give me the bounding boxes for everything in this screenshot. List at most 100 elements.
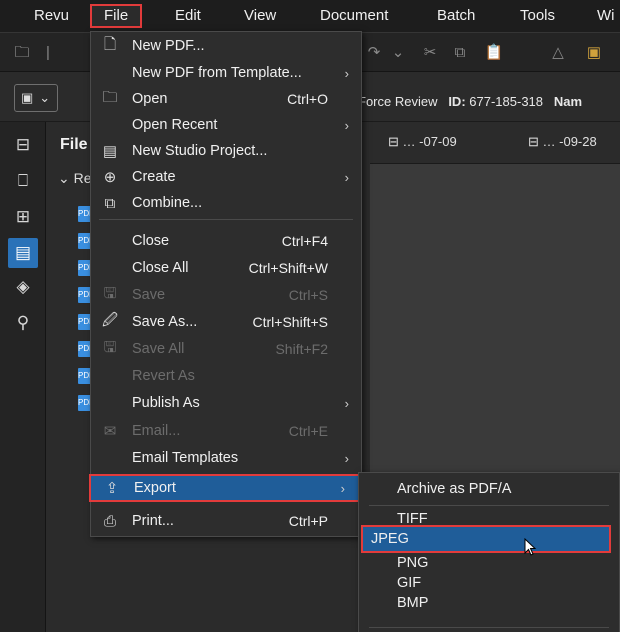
menu-item-shortcut: Shift+F2 [275, 341, 328, 357]
menu-item-label: Combine... [132, 195, 203, 211]
folder-icon: 🗀 [102, 88, 118, 106]
menu-item-label: Export [134, 480, 176, 496]
menu-window[interactable]: Wi [585, 4, 620, 28]
menu-item-save[interactable]: 🖫 Save Ctrl+S [91, 282, 361, 308]
menu-item-label: Close [132, 233, 170, 249]
studio-project-icon: ▤ [102, 143, 118, 160]
stamp-icon[interactable]: △ [548, 43, 568, 63]
menu-item-shortcut: Ctrl+S [288, 287, 328, 303]
view-mode-selector[interactable]: ▣ ⌄ [14, 84, 58, 112]
save-icon: 🖫 [103, 284, 117, 302]
menu-item-label: Email Templates [132, 450, 239, 466]
file-access-icon[interactable]: ▤ [8, 238, 38, 268]
menu-item-revert-as[interactable]: Revert As [91, 363, 361, 389]
toolbar-divider: | [46, 44, 50, 61]
email-icon: ✉ [103, 423, 117, 440]
menu-item-new-pdf[interactable]: 🗋 New PDF... [91, 33, 361, 59]
document-tab[interactable]: ⊟ … -07-09 [388, 134, 457, 150]
submenu-item-label: Archive as PDF/A [397, 481, 512, 497]
menu-item-export[interactable]: ⇪ Export › [89, 474, 361, 502]
menu-item-label: Create [132, 169, 176, 185]
page-icon[interactable]: ▣ [584, 43, 604, 63]
menu-item-email[interactable]: ✉ Email... Ctrl+E [91, 418, 361, 444]
menu-batch[interactable]: Batch [425, 4, 487, 28]
export-submenu: Archive as PDF/A TIFF JPEG PNG GIF BMP [358, 472, 620, 632]
export-item-bmp[interactable]: BMP [359, 593, 619, 613]
chevron-right-icon: › [340, 480, 345, 496]
tree-node[interactable]: ⌄ Re [58, 170, 92, 187]
new-pdf-icon: 🗋 [103, 35, 117, 53]
properties-icon[interactable]: ⊟ [8, 130, 38, 160]
menu-item-combine[interactable]: ⧉ Combine... [91, 190, 361, 216]
menu-item-create[interactable]: ⊕ Create › [91, 164, 361, 190]
menu-document[interactable]: Document [308, 4, 400, 28]
menu-item-publish-as[interactable]: Publish As › [91, 390, 361, 416]
menu-item-close[interactable]: Close Ctrl+F4 [91, 228, 361, 254]
menu-file[interactable]: File [90, 4, 143, 28]
menu-item-label: Revert As [132, 368, 195, 384]
menu-item-save-as[interactable]: 🖉 Save As... Ctrl+Shift+S [91, 309, 361, 335]
copy-icon[interactable]: ⧉ [450, 43, 470, 63]
name-label: Nam [553, 94, 583, 109]
save-as-icon: 🖉 [102, 311, 118, 329]
save-all-icon: 🖫 [103, 338, 117, 356]
menu-item-new-studio-project[interactable]: ▤ New Studio Project... [91, 138, 361, 164]
menu-revu[interactable]: Revu [22, 4, 81, 28]
menu-item-label: New Studio Project... [132, 143, 268, 159]
session-info: Force Review ID: 677-185-318 Nam [358, 94, 582, 109]
submenu-item-label: BMP [397, 595, 429, 611]
document-icon: ▣ [21, 90, 34, 105]
redo-dropdown-icon[interactable]: ⌄ [388, 43, 408, 63]
menu-item-label: Open Recent [132, 117, 218, 133]
page-icon: ⊟ [528, 134, 539, 149]
thumbnails-icon[interactable]: ⊞ [8, 202, 38, 232]
submenu-item-label: PNG [397, 555, 429, 571]
export-item-png[interactable]: PNG [359, 553, 619, 573]
menu-item-print[interactable]: ⎙ Print... Ctrl+P [91, 508, 361, 534]
layers-icon[interactable]: ◈ [8, 272, 38, 302]
panel-title: File [60, 136, 88, 153]
redo-icon[interactable]: ↷ [364, 43, 384, 63]
menu-item-label: New PDF... [132, 38, 205, 54]
menu-tools[interactable]: Tools [508, 4, 567, 28]
cut-icon[interactable]: ✂ [420, 43, 440, 63]
menu-view[interactable]: View [232, 4, 288, 28]
export-item-jpeg[interactable]: JPEG [361, 525, 611, 553]
print-icon: ⎙ [103, 512, 116, 530]
chevron-right-icon: › [344, 65, 349, 81]
menu-item-close-all[interactable]: Close All Ctrl+Shift+W [91, 255, 361, 281]
location-icon[interactable]: ⚲ [8, 308, 38, 338]
menu-item-open-recent[interactable]: Open Recent › [91, 112, 361, 138]
menu-item-save-all[interactable]: 🖫 Save All Shift+F2 [91, 336, 361, 362]
file-menu: 🗋 New PDF... New PDF from Template... › … [89, 31, 362, 537]
menu-item-label: Publish As [132, 395, 200, 411]
menu-item-shortcut: Ctrl+O [287, 91, 328, 107]
tab-label: … -09-28 [542, 134, 597, 149]
folder-icon[interactable]: 🗀 [12, 43, 32, 63]
chevron-right-icon: › [344, 169, 349, 185]
document-tab[interactable]: ⊟ … -09-28 [528, 134, 597, 150]
tab-label: … -07-09 [402, 134, 457, 149]
combine-icon: ⧉ [104, 194, 116, 212]
export-item-gif[interactable]: GIF [359, 573, 619, 593]
paste-icon[interactable]: 📋 [484, 43, 504, 63]
chevron-down-icon: ⌄ [39, 90, 51, 105]
menu-item-new-pdf-from-template[interactable]: New PDF from Template... › [91, 60, 361, 86]
bookmark-icon[interactable]: ⎕ [8, 166, 38, 196]
session-title: Force Review [358, 94, 438, 109]
export-icon: ⇪ [105, 480, 119, 497]
menu-edit[interactable]: Edit [163, 4, 213, 28]
menu-item-shortcut: Ctrl+Shift+W [248, 260, 328, 276]
menu-item-label: Save All [132, 341, 185, 357]
id-value: 677-185-318 [469, 94, 544, 109]
document-tabs: ⊟ … -07-09 ⊟ … -09-28 [370, 122, 620, 164]
chevron-right-icon: › [344, 117, 349, 133]
menu-item-open[interactable]: 🗀 Open Ctrl+O [91, 86, 361, 112]
page-icon: ⊟ [388, 134, 399, 149]
export-item-archive-pdfa[interactable]: Archive as PDF/A [359, 476, 619, 502]
menu-item-shortcut: Ctrl+P [288, 513, 328, 529]
mouse-cursor-icon [524, 538, 537, 556]
menu-item-email-templates[interactable]: Email Templates › [91, 445, 361, 471]
menu-separator [369, 505, 609, 506]
menu-item-shortcut: Ctrl+F4 [281, 233, 328, 249]
